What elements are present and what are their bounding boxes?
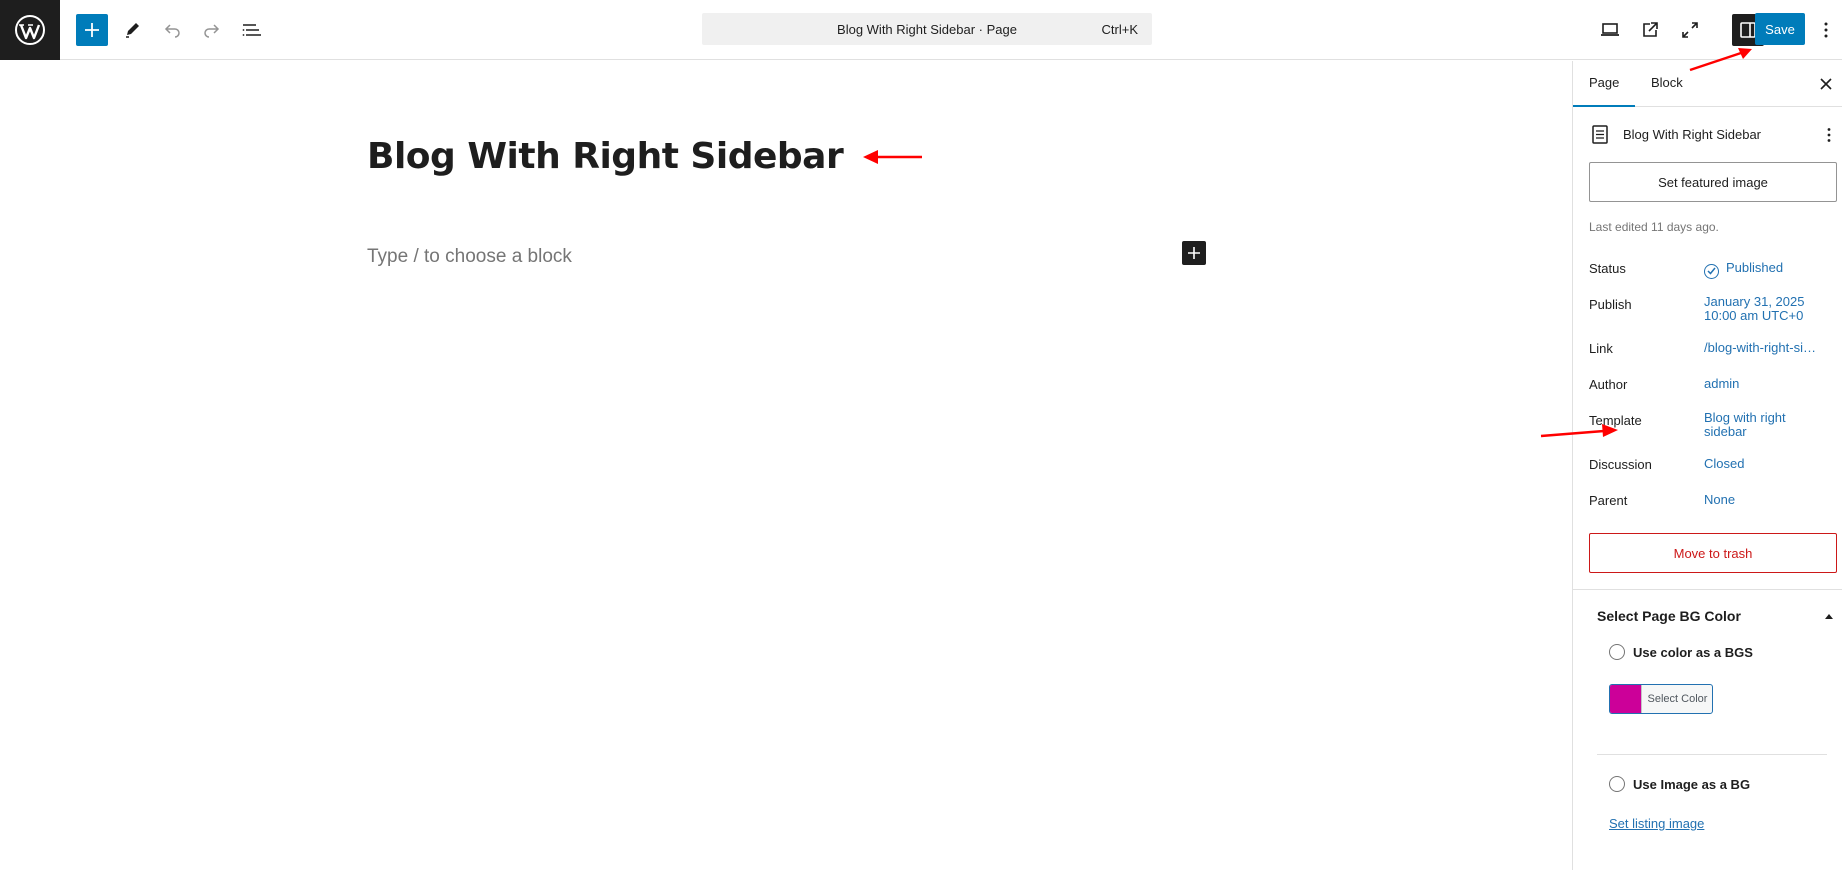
link-label: Link xyxy=(1589,341,1613,356)
annotation-arrow-save xyxy=(1689,48,1752,72)
more-vertical-icon xyxy=(1824,22,1828,38)
publish-date: January 31, 2025 xyxy=(1704,294,1805,309)
author-value[interactable]: admin xyxy=(1704,377,1739,391)
editor-canvas[interactable]: Blog With Right Sidebar Type / to choose… xyxy=(0,61,1572,870)
template-value-line2: sidebar xyxy=(1704,424,1747,439)
zoom-out-button[interactable] xyxy=(1674,14,1706,46)
color-picker-button[interactable]: Select Color xyxy=(1609,684,1713,714)
radio-color[interactable] xyxy=(1609,644,1625,660)
plus-icon xyxy=(1188,247,1200,259)
bg-color-panel: Select Page BG Color Use color as a BGS … xyxy=(1573,589,1842,870)
fullscreen-icon xyxy=(1682,22,1698,38)
publish-label: Publish xyxy=(1589,297,1632,312)
close-sidebar-button[interactable] xyxy=(1815,73,1837,95)
external-link-icon xyxy=(1643,22,1658,37)
parent-label: Parent xyxy=(1589,493,1628,508)
color-swatch xyxy=(1610,685,1641,713)
template-value-line1: Blog with right xyxy=(1704,410,1786,425)
document-summary: Blog With Right Sidebar xyxy=(1589,123,1839,147)
document-title-label: Blog With Right Sidebar xyxy=(1623,127,1762,142)
list-view-icon xyxy=(242,24,261,36)
link-value[interactable]: /blog-with-right-si… xyxy=(1704,341,1816,355)
move-to-trash-button[interactable]: Move to trash xyxy=(1589,533,1837,573)
wordpress-icon xyxy=(15,15,45,45)
redo-button[interactable] xyxy=(196,14,228,46)
chevron-up-icon[interactable] xyxy=(1823,610,1835,622)
block-placeholder[interactable]: Type / to choose a block xyxy=(367,246,572,268)
document-overview-button[interactable] xyxy=(236,14,268,46)
publish-value[interactable]: January 31, 2025 10:00 am UTC+0 xyxy=(1704,295,1804,323)
author-label: Author xyxy=(1589,377,1628,392)
bg-image-option-label: Use Image as a BG xyxy=(1633,777,1751,792)
desktop-icon xyxy=(1601,23,1619,36)
document-title: Blog With Right Sidebar · Page xyxy=(837,22,1017,37)
save-button[interactable]: Save xyxy=(1755,13,1805,45)
document-actions-menu[interactable] xyxy=(1819,123,1839,147)
discussion-value[interactable]: Closed xyxy=(1704,457,1744,471)
editor-toolbar: Blog With Right Sidebar · Page Ctrl+K Sa… xyxy=(0,0,1842,60)
plus-icon xyxy=(85,23,99,37)
more-vertical-icon xyxy=(1827,128,1831,142)
undo-button[interactable] xyxy=(156,14,188,46)
discussion-label: Discussion xyxy=(1589,457,1652,472)
bg-color-option-label: Use color as a BGS xyxy=(1633,645,1753,660)
options-menu-button[interactable] xyxy=(1814,14,1838,46)
pencil-icon xyxy=(126,23,139,38)
parent-value[interactable]: None xyxy=(1704,493,1735,507)
select-color-label: Select Color xyxy=(1641,685,1712,713)
status-label: Status xyxy=(1589,261,1626,276)
status-value[interactable]: Published xyxy=(1704,261,1783,279)
shortcut-hint: Ctrl+K xyxy=(1101,22,1138,37)
block-inserter-toggle[interactable] xyxy=(76,14,108,46)
last-edited-text: Last edited 11 days ago. xyxy=(1589,220,1719,234)
post-title-input[interactable]: Blog With Right Sidebar xyxy=(367,136,844,177)
publish-time: 10:00 am UTC+0 xyxy=(1704,308,1804,323)
settings-sidebar: Page Block Blog With Right Sidebar Set f… xyxy=(1572,61,1842,870)
redo-icon xyxy=(204,24,220,38)
set-listing-image-link[interactable]: Set listing image xyxy=(1609,816,1704,831)
template-value[interactable]: Blog with right sidebar xyxy=(1704,411,1786,439)
wordpress-logo-button[interactable] xyxy=(0,0,60,60)
undo-icon xyxy=(164,24,180,38)
device-preview-button[interactable] xyxy=(1594,14,1626,46)
annotation-arrow-title xyxy=(863,150,922,164)
close-icon xyxy=(1820,78,1832,90)
annotation-arrow-template xyxy=(1540,424,1618,438)
page-icon xyxy=(1592,125,1608,144)
radio-image[interactable] xyxy=(1609,776,1625,792)
panel-divider xyxy=(1597,754,1827,755)
tab-page[interactable]: Page xyxy=(1573,61,1636,107)
tools-button[interactable] xyxy=(116,14,148,46)
inline-block-inserter[interactable] xyxy=(1182,241,1206,265)
panel-title[interactable]: Select Page BG Color xyxy=(1597,608,1741,624)
command-palette-bar[interactable]: Blog With Right Sidebar · Page Ctrl+K xyxy=(702,13,1152,45)
view-page-button[interactable] xyxy=(1634,14,1666,46)
check-circle-icon xyxy=(1704,263,1719,279)
set-featured-image-button[interactable]: Set featured image xyxy=(1589,162,1837,202)
status-value-text: Published xyxy=(1726,260,1784,275)
